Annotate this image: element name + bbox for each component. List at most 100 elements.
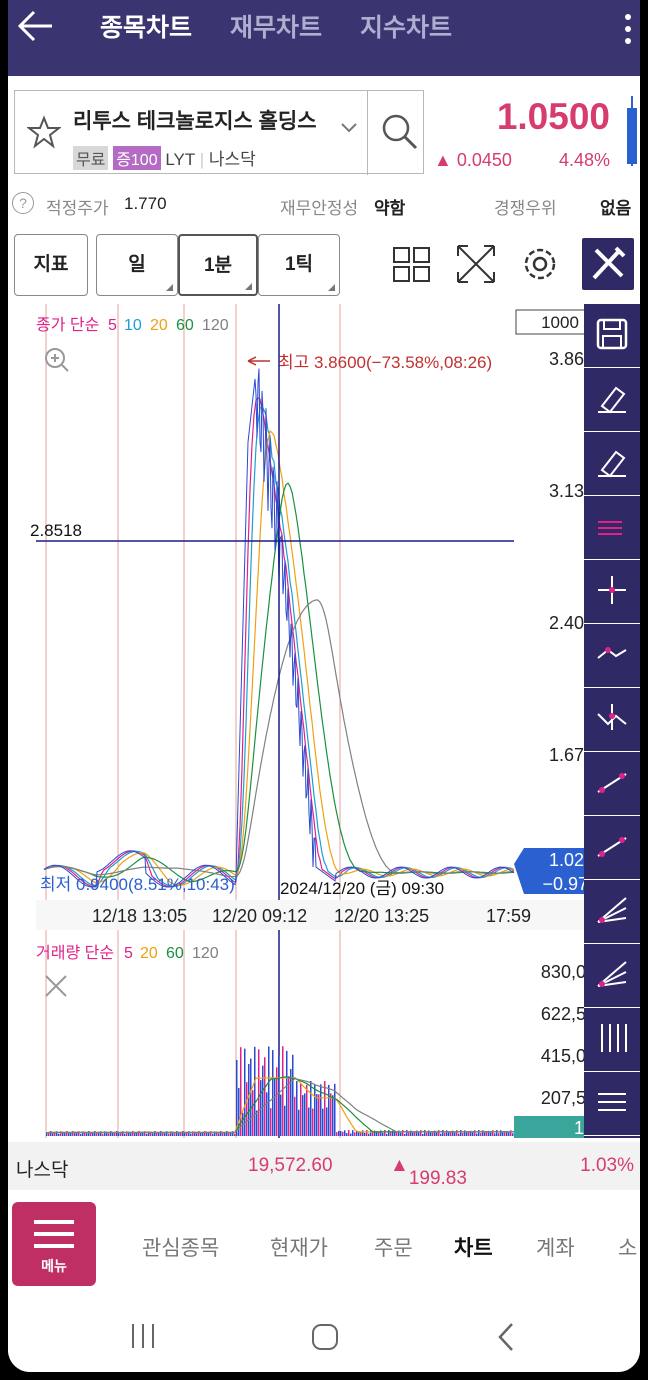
nav-quote[interactable]: 현재가 xyxy=(270,1232,328,1262)
tab-index-chart[interactable]: 지수차트 xyxy=(360,8,452,44)
volume-bar xyxy=(502,1131,504,1136)
vertical-lines-icon xyxy=(601,1024,627,1052)
hlc-line-tool[interactable] xyxy=(584,496,640,560)
recent-apps-icon[interactable] xyxy=(128,1322,158,1350)
index-ticker[interactable]: 나스닥 19,572.60 ▲ 199.83 1.03% xyxy=(8,1142,640,1190)
volume-bar xyxy=(458,1133,460,1136)
volume-bar xyxy=(94,1131,96,1136)
volume-bar xyxy=(252,1090,254,1136)
tools-button[interactable] xyxy=(582,238,634,290)
settings-icon[interactable] xyxy=(516,240,564,288)
volume-bar xyxy=(248,1064,250,1136)
fullscreen-icon[interactable] xyxy=(452,240,500,288)
volume-bar xyxy=(368,1133,370,1136)
eraser-tool[interactable] xyxy=(584,368,640,432)
volume-bar xyxy=(204,1131,206,1136)
home-icon[interactable] xyxy=(310,1322,340,1352)
volume-bar xyxy=(386,1133,388,1136)
volume-bar xyxy=(492,1130,494,1136)
volume-bar xyxy=(152,1133,154,1136)
menu-button[interactable]: 메뉴 xyxy=(12,1202,96,1286)
tab-financial-chart[interactable]: 재무차트 xyxy=(230,8,322,44)
stability-value: 약함 xyxy=(374,199,406,218)
price-change-value: 0.0450 xyxy=(456,150,512,170)
current-price: 1.0500 xyxy=(496,96,610,137)
volume-bar xyxy=(138,1131,140,1136)
save-tool[interactable] xyxy=(584,304,640,368)
volume-bar xyxy=(438,1130,440,1136)
trend-line-tool[interactable] xyxy=(584,752,640,816)
help-icon[interactable]: ? xyxy=(12,192,34,214)
volume-bar xyxy=(306,1084,308,1136)
nav-order[interactable]: 주문 xyxy=(374,1232,413,1262)
search-icon[interactable] xyxy=(379,111,419,151)
auto-trend-icon xyxy=(597,837,627,857)
volume-bar xyxy=(246,1082,248,1136)
volume-bar xyxy=(162,1133,164,1136)
chart-toolbar: 지표 일 1분 1틱 xyxy=(8,232,640,298)
stock-selector[interactable]: 리투스 테크놀로지스 홀딩스 무료 증100 LYT | 나스닥 xyxy=(14,90,424,175)
system-back-icon[interactable] xyxy=(496,1322,516,1352)
volume-bar xyxy=(390,1132,392,1136)
nav-watchlist[interactable]: 관심종목 xyxy=(142,1232,219,1262)
back-arrow-icon[interactable] xyxy=(16,6,56,46)
nav-more[interactable]: 소 xyxy=(618,1232,637,1262)
free-badge: 무료 xyxy=(73,146,109,170)
volume-bar xyxy=(352,1130,354,1136)
period-day-label: 일 xyxy=(128,254,146,275)
volume-bar xyxy=(420,1130,422,1136)
volume-bar xyxy=(346,1133,348,1136)
crosshair-tool[interactable] xyxy=(584,560,640,624)
horizontal-lines-tool[interactable] xyxy=(584,1072,640,1136)
vol-legend-ma20: 20 xyxy=(140,945,158,962)
fan-icon xyxy=(597,897,627,923)
tab-stock-chart[interactable]: 종목차트 xyxy=(100,8,192,44)
more-options-icon[interactable] xyxy=(622,10,634,50)
volume-bar xyxy=(340,1131,342,1136)
info-bar: ? 적정주가 1.770 재무안정성 약함 경쟁우위 없음 xyxy=(8,188,640,222)
volume-bar xyxy=(490,1132,492,1136)
grid-layout-icon[interactable] xyxy=(388,240,436,288)
price-change-pct: 4.48% xyxy=(558,150,610,170)
volume-bar xyxy=(462,1133,464,1136)
volume-bar xyxy=(228,1132,230,1136)
volume-bar xyxy=(332,1095,334,1136)
volume-legend: 거래량 단순 5 20 60 120 xyxy=(36,944,219,962)
volume-bar xyxy=(388,1130,390,1136)
vol-legend-label: 거래량 단순 xyxy=(36,944,114,962)
peak-line-tool[interactable] xyxy=(584,624,640,688)
volume-bar xyxy=(322,1108,324,1136)
favorite-star-icon[interactable] xyxy=(27,115,61,149)
volume-bar xyxy=(292,1054,294,1136)
index-change: ▲ 199.83 xyxy=(390,1155,467,1189)
vertical-lines-tool[interactable] xyxy=(584,1008,640,1072)
volume-bar xyxy=(494,1133,496,1136)
volume-bar xyxy=(250,1058,252,1136)
eraser-all-tool[interactable] xyxy=(584,432,640,496)
price-chart[interactable]: 1000 종가 단순 5 10 20 60 120 3.86003.13002.… xyxy=(8,304,640,1138)
volume-bar xyxy=(500,1130,502,1136)
nav-chart[interactable]: 차트 xyxy=(454,1232,493,1262)
volume-bar xyxy=(272,1050,274,1136)
drawing-tools-panel xyxy=(584,304,640,1138)
volume-bar xyxy=(96,1133,98,1136)
nav-account[interactable]: 계좌 xyxy=(536,1232,575,1262)
save-icon xyxy=(596,318,628,350)
fan-lines-tool[interactable] xyxy=(584,944,640,1008)
period-tick-button[interactable]: 1틱 xyxy=(258,234,340,296)
volume-bar xyxy=(478,1130,480,1136)
volume-bar xyxy=(444,1132,446,1136)
fan-tool[interactable] xyxy=(584,880,640,944)
chevron-down-icon[interactable] xyxy=(341,123,357,133)
volume-bar xyxy=(218,1133,220,1136)
indicator-button[interactable]: 지표 xyxy=(14,234,88,296)
fan-lines-icon xyxy=(597,961,627,987)
period-day-button[interactable]: 일 xyxy=(96,234,178,296)
volume-bar xyxy=(338,1130,340,1136)
valley-line-tool[interactable] xyxy=(584,688,640,752)
volume-bar xyxy=(182,1131,184,1136)
period-1min-button[interactable]: 1분 xyxy=(178,234,258,296)
volume-bar xyxy=(278,1055,280,1136)
volume-bar xyxy=(324,1081,326,1136)
auto-trend-tool[interactable] xyxy=(584,816,640,880)
